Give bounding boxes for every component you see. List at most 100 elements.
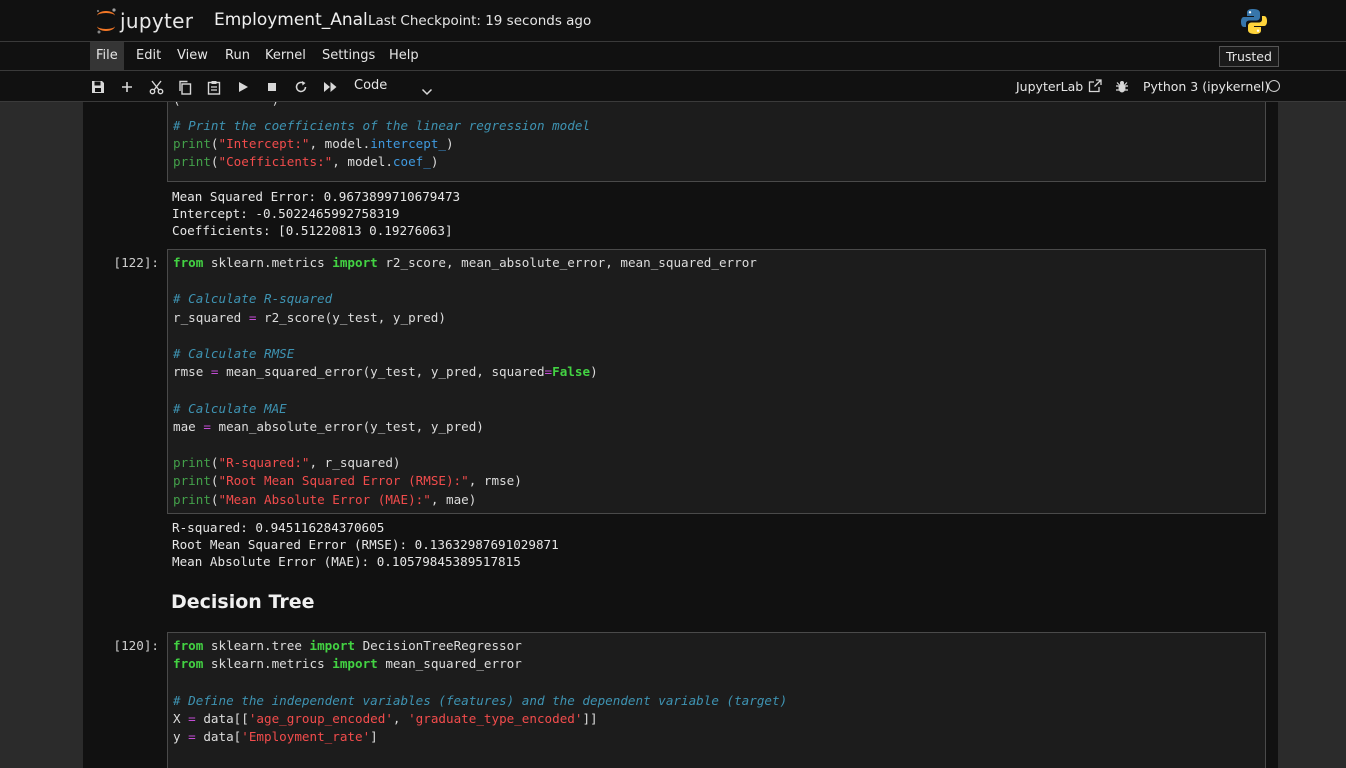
code-token: # Define the independent variables (feat… bbox=[173, 693, 788, 708]
run-icon[interactable] bbox=[235, 79, 251, 95]
code-token: , bbox=[392, 711, 409, 726]
code-token: = bbox=[188, 729, 196, 744]
external-link-icon[interactable] bbox=[1087, 78, 1103, 94]
code-token: print bbox=[173, 492, 211, 507]
trusted-badge[interactable]: Trusted bbox=[1219, 46, 1279, 67]
code-cell-editor[interactable]: from sklearn.tree import DecisionTreeReg… bbox=[167, 632, 1266, 768]
stop-icon[interactable] bbox=[264, 79, 280, 95]
menu-edit[interactable]: Edit bbox=[130, 42, 167, 70]
code-token: "Mean Absolute Error (MAE):" bbox=[218, 492, 431, 507]
code-token: from bbox=[173, 638, 204, 653]
code-token: , rmse) bbox=[468, 473, 522, 488]
code-token: print bbox=[173, 136, 211, 151]
code-line: X = data[['age_group_encoded', 'graduate… bbox=[173, 710, 598, 728]
code-token: False bbox=[552, 364, 591, 379]
code-token: from bbox=[173, 656, 204, 671]
code-token: , model. bbox=[332, 154, 393, 169]
code-cell-editor[interactable]: from sklearn.metrics import r2_score, me… bbox=[167, 249, 1266, 514]
code-token: DecisionTreeRegressor bbox=[355, 638, 522, 653]
code-token: , model. bbox=[309, 136, 371, 151]
code-token: from bbox=[173, 255, 204, 270]
code-token: ]] bbox=[582, 711, 598, 726]
code-line: print("R-squared:", r_squared) bbox=[173, 454, 401, 472]
code-line: print("Root Mean Squared Error (RMSE):",… bbox=[173, 472, 522, 490]
code-line: # Calculate RMSE bbox=[173, 345, 294, 363]
code-token: print bbox=[173, 473, 211, 488]
scrollbar-track[interactable] bbox=[1278, 102, 1346, 768]
menu-file[interactable]: File bbox=[90, 42, 124, 70]
kernel-status-circle-icon bbox=[1268, 80, 1280, 92]
code-token: r2_score, mean_absolute_error, mean_squa… bbox=[377, 255, 757, 270]
menu-settings[interactable]: Settings bbox=[316, 42, 381, 70]
code-token: ( bbox=[210, 455, 219, 470]
code-token: data[ bbox=[195, 729, 242, 744]
code-token: ( bbox=[210, 492, 219, 507]
code-token: # Calculate R-squared bbox=[173, 291, 333, 306]
code-line: print("Mean Absolute Error (MAE):", mae) bbox=[173, 491, 476, 509]
code-token: "R-squared:" bbox=[218, 455, 310, 470]
code-token: # Calculate RMSE bbox=[173, 346, 295, 361]
code-token: 'graduate_type_encoded' bbox=[408, 711, 583, 726]
code-token: # Calculate MAE bbox=[173, 401, 287, 416]
code-token: ( bbox=[210, 136, 219, 151]
python-logo-icon bbox=[1240, 8, 1268, 39]
notebook-panel[interactable]: ( ) # Print the coefficients of the line… bbox=[83, 102, 1278, 768]
paste-icon[interactable] bbox=[206, 79, 222, 95]
output-line: Mean Absolute Error (MAE): 0.10579845389… bbox=[172, 554, 521, 569]
top-bar: jupyter Employment_Anal Last Checkpoint:… bbox=[0, 0, 1346, 42]
restart-icon[interactable] bbox=[293, 79, 309, 95]
code-token: coef_ bbox=[392, 154, 431, 169]
code-token: 'Employment_rate' bbox=[241, 729, 371, 744]
chevron-down-icon[interactable] bbox=[421, 81, 433, 100]
menu-help[interactable]: Help bbox=[383, 42, 425, 70]
code-line: r_squared = r2_score(y_test, y_pred) bbox=[173, 309, 446, 327]
add-cell-icon[interactable] bbox=[119, 79, 135, 95]
code-token: mae bbox=[173, 419, 204, 434]
code-token: 'age_group_encoded' bbox=[248, 711, 393, 726]
code-token: = bbox=[210, 364, 219, 379]
code-token: ) bbox=[446, 136, 454, 151]
menu-run[interactable]: Run bbox=[219, 42, 256, 70]
menu-view[interactable]: View bbox=[171, 42, 214, 70]
code-token: r2_score(y_test, y_pred) bbox=[256, 310, 446, 325]
app-name: jupyter bbox=[120, 9, 194, 33]
code-token: ) bbox=[590, 364, 598, 379]
code-line: y = data['Employment_rate'] bbox=[173, 728, 378, 746]
cut-icon[interactable] bbox=[148, 79, 164, 95]
code-token: = bbox=[203, 419, 211, 434]
output-line: Coefficients: [0.51220813 0.19276063] bbox=[172, 223, 453, 238]
code-line: # Calculate R-squared bbox=[173, 290, 332, 308]
jupyter-logo[interactable]: jupyter bbox=[94, 6, 193, 36]
code-token: r_squared bbox=[173, 310, 249, 325]
notebook-title[interactable]: Employment_Anal bbox=[214, 10, 368, 30]
kernel-name[interactable]: Python 3 (ipykernel) bbox=[1143, 79, 1269, 94]
menu-kernel[interactable]: Kernel bbox=[259, 42, 312, 70]
code-token: "Root Mean Squared Error (RMSE):" bbox=[218, 473, 469, 488]
code-line: rmse = mean_squared_error(y_test, y_pred… bbox=[173, 363, 598, 381]
code-line: # Calculate MAE bbox=[173, 400, 287, 418]
markdown-heading: Decision Tree bbox=[171, 591, 315, 613]
code-token: print bbox=[173, 455, 211, 470]
code-token: sklearn.metrics bbox=[203, 255, 333, 270]
code-token: ) bbox=[430, 154, 439, 169]
code-token: = bbox=[188, 711, 196, 726]
cell-type-select[interactable]: Code bbox=[354, 78, 387, 93]
jupyter-logo-icon bbox=[96, 8, 116, 34]
copy-icon[interactable] bbox=[177, 79, 193, 95]
checkpoint-status: Last Checkpoint: 19 seconds ago bbox=[368, 13, 592, 29]
code-token: ( bbox=[210, 154, 219, 169]
save-icon[interactable] bbox=[90, 79, 106, 95]
code-line: print("Intercept:", model.intercept_) bbox=[173, 135, 454, 153]
cell-prompt: [122]: bbox=[113, 255, 160, 270]
debugger-bug-icon[interactable] bbox=[1114, 79, 1130, 95]
code-line: from sklearn.tree import DecisionTreeReg… bbox=[173, 637, 522, 655]
code-cell-editor[interactable]: ( ) # Print the coefficients of the line… bbox=[167, 102, 1266, 182]
code-line: mae = mean_absolute_error(y_test, y_pred… bbox=[173, 418, 484, 436]
run-all-icon[interactable] bbox=[322, 79, 338, 95]
code-line: # Define the independent variables (feat… bbox=[173, 692, 787, 710]
jupyterlab-link[interactable]: JupyterLab bbox=[1016, 79, 1083, 94]
code-token: X bbox=[173, 711, 189, 726]
output-line: Mean Squared Error: 0.9673899710679473 bbox=[172, 189, 461, 204]
code-token: intercept_ bbox=[370, 136, 447, 151]
code-token: "Intercept:" bbox=[218, 136, 310, 151]
